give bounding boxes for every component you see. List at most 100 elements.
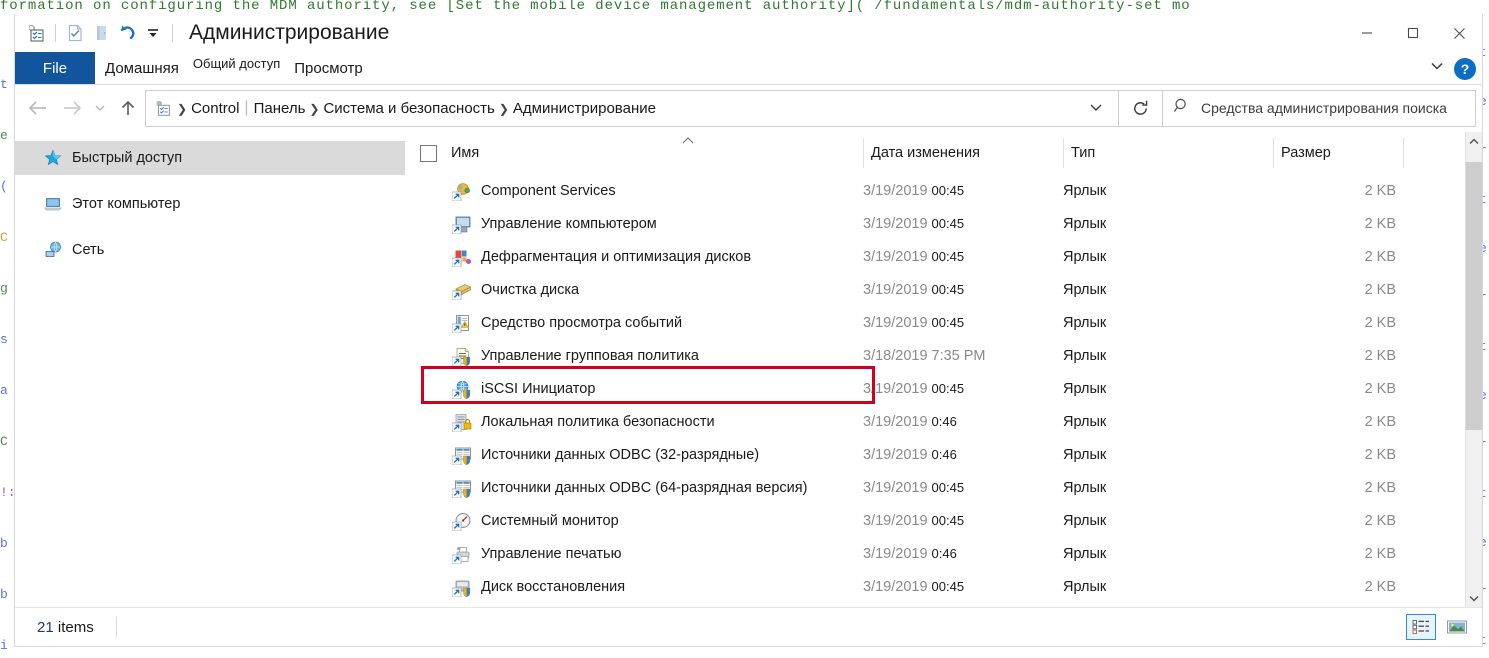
file-type-cell: Ярлык — [1063, 347, 1107, 364]
new-folder-icon[interactable] — [88, 20, 114, 46]
status-item-count: 21 items — [37, 619, 94, 636]
table-row[interactable]: Дефрагментация и оптимизация дисков 3/19/… — [405, 240, 1482, 273]
refresh-button[interactable] — [1119, 89, 1163, 127]
scrollbar-track[interactable] — [1466, 150, 1482, 589]
file-time-value: 7:35 PM — [931, 347, 986, 364]
table-row[interactable]: iSCSI Инициатор 3/19/2019 00:45 Ярлык 2 KB — [405, 372, 1482, 405]
breadcrumb-item-panel[interactable]: Панель — [251, 100, 309, 117]
table-row[interactable]: Component Services 3/19/2019 00:45 Ярлык 2 K… — [405, 174, 1482, 207]
component-services-icon — [451, 181, 472, 201]
file-date-value: 3/19/2019 — [863, 479, 928, 496]
table-row[interactable]: Системный монитор 3/19/2019 00:45 Ярлык 2 KB — [405, 504, 1482, 537]
file-name-cell[interactable]: Системный монитор — [405, 511, 863, 531]
table-row[interactable]: Очистка диска 3/19/2019 00:45 Ярлык 2 KB — [405, 273, 1482, 306]
file-name-cell[interactable]: iSCSI Инициатор — [405, 379, 863, 399]
table-row[interactable]: Локальная политика безопасности 3/19/2019… — [405, 405, 1482, 438]
large-icons-view-button[interactable] — [1442, 614, 1472, 640]
admin-tools-icon[interactable] — [23, 20, 49, 46]
file-size-cell: 2 KB — [1364, 578, 1396, 595]
file-type-cell: Ярлык — [1063, 380, 1107, 397]
table-row[interactable]: Управление печатью 3/19/2019 0:46 Ярлык 2 KB — [405, 537, 1482, 570]
file-date-value: 3/19/2019 — [863, 512, 928, 529]
file-name-cell[interactable]: Источники данных ODBC (32-разрядные) — [405, 445, 863, 465]
chevron-down-icon[interactable] — [1428, 57, 1446, 80]
table-row[interactable]: Управление групповая политика 3/18/2019 7:… — [405, 339, 1482, 372]
ribbon-tab-bar: File Домашняя Общий доступ Просмотр ? — [15, 52, 1482, 85]
file-date-cell: 3/19/2019 00:45 — [863, 480, 1063, 496]
forward-button[interactable] — [55, 91, 89, 125]
column-header-label: Имя — [451, 145, 480, 161]
file-date-value: 3/18/2019 — [863, 347, 928, 364]
tab-share[interactable]: Общий доступ — [189, 52, 284, 84]
tab-view[interactable]: Просмотр — [284, 52, 373, 84]
breadcrumb-item-administration[interactable]: Администрирование — [510, 100, 659, 117]
quick-access-toolbar — [15, 14, 179, 52]
status-divider — [115, 617, 117, 637]
file-time-value: 00:45 — [931, 215, 965, 231]
table-row[interactable]: Управление компьютером 3/19/2019 00:45 Ярлы… — [405, 207, 1482, 240]
file-time-value: 0:46 — [931, 413, 957, 429]
odbc-icon — [451, 478, 472, 498]
table-row[interactable]: Диск восстановления 3/19/2019 00:45 Ярлык 2 … — [405, 570, 1482, 603]
breadcrumb-separator-0[interactable]: ❯ — [176, 102, 188, 116]
table-row[interactable]: Источники данных ODBC (64-разрядная верс… — [405, 471, 1482, 504]
file-date-value: 3/19/2019 — [863, 314, 928, 331]
file-time-value: 00:45 — [931, 314, 965, 330]
properties-icon[interactable] — [62, 20, 88, 46]
details-view-button[interactable] — [1406, 614, 1436, 640]
file-name-cell[interactable]: Component Services — [405, 181, 863, 201]
file-name-label: Локальная политика безопасности — [481, 413, 715, 430]
breadcrumb-separator-1[interactable]: ❯ — [308, 102, 320, 116]
column-header-label: Дата изменения — [871, 145, 980, 161]
tab-home[interactable]: Домашняя — [95, 52, 189, 84]
status-bar: 21 items — [15, 607, 1482, 646]
file-name-cell[interactable]: Управление групповая политика — [405, 346, 863, 366]
file-name-cell[interactable]: Средство просмотра событий — [405, 313, 863, 333]
file-name-cell[interactable]: Очистка диска — [405, 280, 863, 300]
recent-locations-button[interactable] — [89, 91, 111, 125]
breadcrumb[interactable]: ❯ Control | Панель ❯ Система и безопасно… — [145, 89, 1119, 127]
file-name-cell[interactable]: Управление компьютером — [405, 214, 863, 234]
navigation-pane: Быстрый доступ Этот компьютер Сеть — [15, 132, 405, 607]
file-size-cell: 2 KB — [1364, 545, 1396, 562]
file-name-cell[interactable]: Источники данных ODBC (64-разрядная верс… — [405, 478, 863, 498]
minimize-button[interactable] — [1344, 14, 1390, 52]
maximize-button[interactable] — [1390, 14, 1436, 52]
file-name-label: Диск восстановления — [481, 578, 626, 595]
file-time-value: 00:45 — [931, 281, 965, 297]
scrollbar-thumb[interactable] — [1466, 162, 1482, 430]
scroll-down-icon[interactable] — [1466, 589, 1482, 607]
vertical-scrollbar[interactable] — [1465, 132, 1482, 607]
column-header-type[interactable]: Тип — [1063, 132, 1273, 174]
sidebar-item-this-pc[interactable]: Этот компьютер — [15, 187, 405, 221]
breadcrumb-item-system-security[interactable]: Система и безопасность — [320, 100, 497, 117]
table-row[interactable]: Источники данных ODBC (32-разрядные) 3/19… — [405, 438, 1482, 471]
file-name-cell[interactable]: Локальная политика безопасности — [405, 412, 863, 432]
table-row[interactable]: Средство просмотра событий 3/19/2019 00:45… — [405, 306, 1482, 339]
undo-icon[interactable] — [114, 20, 140, 46]
breadcrumb-item-control[interactable]: Control — [188, 100, 242, 117]
scroll-up-icon[interactable] — [1466, 132, 1482, 150]
sidebar-item-quick-access[interactable]: Быстрый доступ — [15, 141, 405, 175]
sidebar-item-network[interactable]: Сеть — [15, 233, 405, 267]
up-button[interactable] — [111, 91, 145, 125]
column-header-name[interactable]: Имя — [451, 132, 863, 174]
column-header-size[interactable]: Размер — [1273, 132, 1403, 174]
help-button[interactable]: ? — [1454, 57, 1476, 80]
file-date-value: 3/19/2019 — [863, 413, 928, 430]
column-header-date-modified[interactable]: Дата изменения — [863, 132, 1063, 174]
close-button[interactable] — [1436, 14, 1482, 52]
file-date-value: 3/19/2019 — [863, 248, 928, 265]
file-date-value: 3/19/2019 — [863, 380, 928, 397]
tab-file[interactable]: File — [15, 52, 95, 84]
back-button[interactable] — [21, 91, 55, 125]
customize-qat-icon[interactable] — [140, 20, 166, 46]
file-name-cell[interactable]: Дефрагментация и оптимизация дисков — [405, 247, 863, 267]
explorer-body: Быстрый доступ Этот компьютер Сеть Имя Д… — [15, 132, 1482, 607]
file-name-cell[interactable]: Диск восстановления — [405, 577, 863, 597]
file-name-cell[interactable]: Управление печатью — [405, 544, 863, 564]
search-input[interactable]: Средства администрирования поиска — [1163, 89, 1476, 127]
chevron-down-icon[interactable] — [1078, 101, 1114, 116]
select-all-checkbox[interactable] — [405, 144, 451, 162]
breadcrumb-separator-2[interactable]: ❯ — [498, 102, 510, 116]
